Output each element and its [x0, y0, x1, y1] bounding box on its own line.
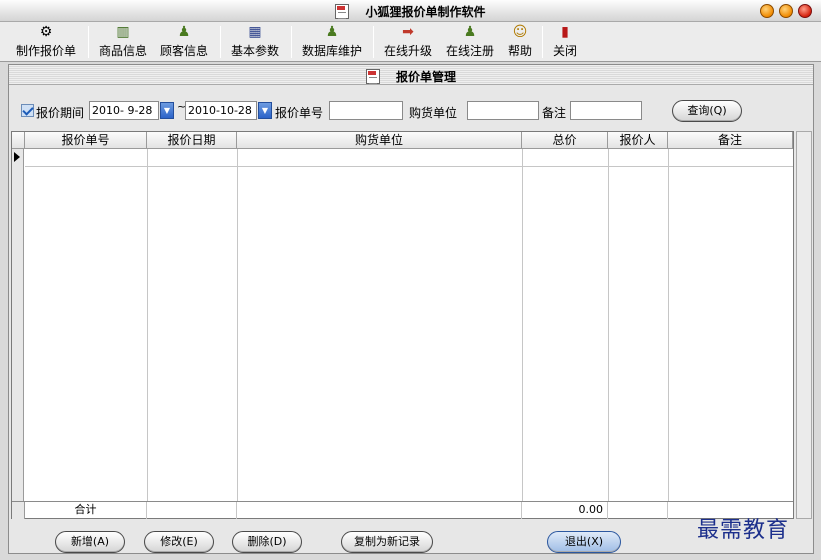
quote-no-input[interactable]	[329, 101, 403, 120]
current-row-arrow-icon	[14, 152, 20, 162]
app-document-icon	[335, 4, 350, 19]
column-header-total[interactable]: 总价	[522, 132, 608, 149]
close-icon: ▮	[561, 24, 569, 40]
window-close-button[interactable]	[798, 4, 812, 18]
period-label: 报价期间	[36, 106, 85, 120]
date-from-field[interactable]: 2010- 9-28	[89, 101, 159, 120]
exit-button[interactable]: 退出(X)	[547, 531, 621, 553]
panel-document-icon	[365, 69, 380, 84]
person-icon: ♟	[177, 24, 191, 40]
buyer-label: 购货单位	[409, 106, 458, 120]
row-indicator-column	[12, 149, 24, 501]
footer-total-value: 0.00	[522, 502, 608, 519]
footer-total-label: 合计	[25, 502, 147, 519]
column-header-quote-no[interactable]: 报价单号	[25, 132, 147, 149]
column-header-quoter[interactable]: 报价人	[608, 132, 668, 149]
product-icon: ▥	[116, 24, 130, 40]
upgrade-icon: ➡	[402, 24, 414, 40]
buyer-input[interactable]	[467, 101, 539, 120]
filter-bar: 报价期间 2010- 9-28 ▼ ~ 2010-10-28 ▼ 报价单号 购货…	[9, 91, 813, 122]
title-bar: 小狐狸报价单制作软件	[0, 0, 821, 22]
add-button[interactable]: 新增(A)	[55, 531, 125, 553]
gear-icon: ⚙	[39, 24, 53, 40]
quote-management-panel: 报价单管理 报价期间 2010- 9-28 ▼ ~ 2010-10-28 ▼ 报…	[8, 64, 814, 554]
maximize-button[interactable]	[779, 4, 793, 18]
watermark-text: 最需教育	[697, 518, 790, 543]
table-corner-header	[12, 132, 25, 149]
period-checkbox[interactable]	[21, 104, 34, 117]
delete-button[interactable]: 删除(D)	[232, 531, 302, 553]
toolbar-register-button[interactable]: ♟ 在线注册	[441, 22, 499, 62]
grid-icon: ▦	[248, 24, 262, 40]
column-header-buyer[interactable]: 购货单位	[237, 132, 522, 149]
toolbar-database-button[interactable]: ♟ 数据库维护	[297, 22, 367, 62]
column-header-note[interactable]: 备注	[668, 132, 793, 149]
panel-title: 报价单管理	[395, 70, 456, 84]
help-icon: ☺	[512, 24, 528, 40]
database-icon: ♟	[325, 24, 339, 40]
toolbar-customer-info-button[interactable]: ♟ 顾客信息	[155, 22, 213, 62]
edit-button[interactable]: 修改(E)	[144, 531, 214, 553]
note-input[interactable]	[570, 101, 642, 120]
toolbar: ⚙ 制作报价单 ▥ 商品信息 ♟ 顾客信息 ▦ 基本参数 ♟ 数据库维护 ➡ 在…	[0, 22, 821, 62]
date-from-dropdown-button[interactable]: ▼	[160, 102, 174, 119]
toolbar-basic-params-button[interactable]: ▦ 基本参数	[226, 22, 284, 62]
panel-header: 报价单管理	[9, 65, 813, 85]
note-label: 备注	[542, 106, 567, 120]
query-button[interactable]: 查询(Q)	[672, 100, 742, 122]
copy-as-new-button[interactable]: 复制为新记录	[341, 531, 433, 553]
toolbar-close-button[interactable]: ▮ 关闭	[548, 22, 582, 62]
toolbar-help-button[interactable]: ☺ 帮助	[503, 22, 537, 62]
date-to-field[interactable]: 2010-10-28	[185, 101, 257, 120]
quote-table: 报价单号 报价日期 购货单位 总价 报价人 备注 合计 0.00	[11, 131, 794, 519]
toolbar-make-quote-button[interactable]: ⚙ 制作报价单	[10, 22, 82, 62]
register-icon: ♟	[463, 24, 477, 40]
table-footer-row: 合计 0.00	[12, 501, 793, 519]
toolbar-upgrade-button[interactable]: ➡ 在线升级	[380, 22, 436, 62]
column-header-quote-date[interactable]: 报价日期	[147, 132, 237, 149]
table-vertical-scrollbar[interactable]	[796, 131, 812, 519]
window-title: 小狐狸报价单制作软件	[365, 5, 486, 19]
quote-no-label: 报价单号	[275, 106, 324, 120]
date-to-dropdown-button[interactable]: ▼	[258, 102, 272, 119]
toolbar-product-info-button[interactable]: ▥ 商品信息	[95, 22, 151, 62]
minimize-button[interactable]	[760, 4, 774, 18]
